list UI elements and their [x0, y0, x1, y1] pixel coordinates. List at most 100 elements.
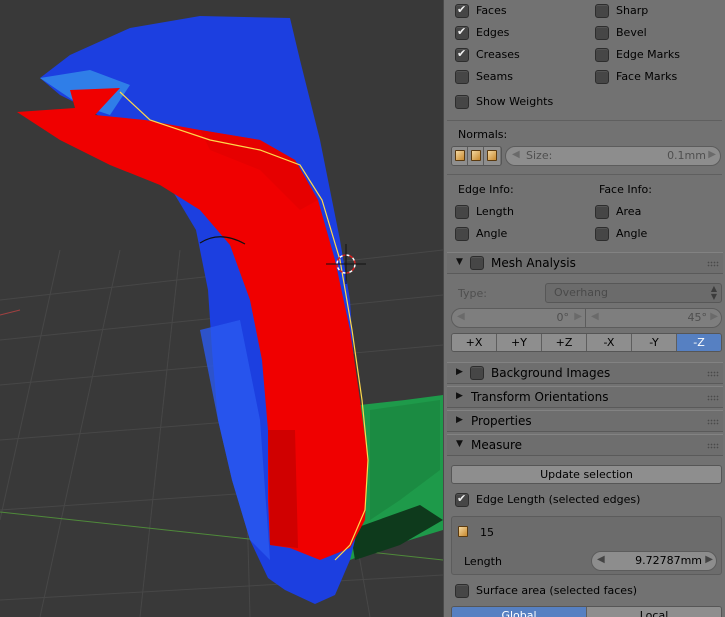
face-marks-label: Face Marks [616, 70, 678, 83]
face-area-info-label: Area [616, 205, 642, 218]
mesh-analysis-title: Mesh Analysis [491, 256, 576, 270]
collapsed-triangle-icon: ▶ [456, 391, 463, 401]
normals-size-value: 0.1mm [667, 149, 706, 162]
drag-grip-icon[interactable] [707, 261, 719, 267]
edge-length-result-box: 15 Length ◀ 9.72787mm ▶ [451, 516, 722, 575]
edge-marks-checkbox[interactable] [595, 48, 609, 62]
mesh-analysis-checkbox[interactable] [470, 256, 484, 270]
background-images-checkbox[interactable] [470, 366, 484, 380]
measure-panel-header[interactable]: ▼ Measure [447, 434, 723, 456]
show-weights-label: Show Weights [476, 95, 554, 108]
length-label: Length [464, 555, 502, 568]
chevron-left-icon: ◀ [591, 311, 599, 322]
mesh-analysis-max-value: 45° [687, 311, 708, 324]
face-normal-icon[interactable] [484, 147, 500, 165]
face-angle-info-checkbox[interactable] [595, 227, 609, 241]
length-value-field[interactable]: ◀ 9.72787mm ▶ [591, 551, 717, 571]
show-weights-checkbox[interactable] [455, 95, 469, 109]
mesh-analysis-type-dropdown[interactable]: Overhang ▲ ▼ [545, 283, 722, 303]
viewport-scene [0, 16, 443, 617]
chevron-left-icon: ◀ [512, 149, 520, 160]
chevron-right-icon: ▶ [574, 311, 582, 322]
edge-angle-info-checkbox[interactable] [455, 227, 469, 241]
creases-label: Creases [476, 48, 520, 61]
updown-arrow-icon: ▲ ▼ [710, 284, 717, 301]
expanded-triangle-icon: ▼ [456, 439, 463, 449]
properties-title: Properties [471, 414, 532, 428]
sharp-label: Sharp [616, 4, 649, 17]
surface-area-label: Surface area (selected faces) [476, 584, 638, 597]
drag-grip-icon[interactable] [707, 395, 719, 401]
seams-label: Seams [476, 70, 513, 83]
chevron-right-icon: ▶ [705, 554, 713, 565]
global-tab[interactable]: Global [452, 607, 587, 617]
properties-panel: Faces Sharp Edges Bevel Creases Edge Mar… [443, 0, 725, 617]
bevel-checkbox[interactable] [595, 26, 609, 40]
properties-panel-header[interactable]: ▶ Properties [447, 410, 723, 432]
edge-length-label: Edge Length (selected edges) [476, 493, 641, 506]
background-images-panel-header[interactable]: ▶ Background Images [447, 362, 723, 384]
mesh-analysis-max-field[interactable]: ◀ 45° ▶ [587, 309, 721, 327]
axis-plus-y-button[interactable]: +Y [497, 334, 542, 351]
drag-grip-icon[interactable] [707, 371, 719, 377]
chevron-left-icon: ◀ [597, 554, 605, 565]
edges-label: Edges [476, 26, 510, 39]
3d-viewport[interactable] [0, 0, 443, 617]
local-tab[interactable]: Local [587, 607, 721, 617]
face-marks-checkbox[interactable] [595, 70, 609, 84]
surface-area-checkbox[interactable] [455, 584, 469, 598]
background-images-title: Background Images [491, 366, 611, 380]
overhang-axis-selector: +X +Y +Z -X -Y -Z [451, 333, 722, 352]
edge-info-label: Edge Info: [458, 183, 514, 196]
collapsed-triangle-icon: ▶ [456, 415, 463, 425]
loop-normal-icon[interactable] [468, 147, 484, 165]
normals-label: Normals: [458, 128, 508, 141]
axis-plus-z-button[interactable]: +Z [542, 334, 587, 351]
drag-grip-icon[interactable] [707, 443, 719, 449]
edge-marks-label: Edge Marks [616, 48, 681, 61]
edge-length-info-checkbox[interactable] [455, 205, 469, 219]
chevron-left-icon: ◀ [457, 311, 465, 322]
mesh-analysis-type-label: Type: [458, 287, 487, 300]
normals-display-toggles [451, 146, 502, 166]
divider [447, 174, 722, 175]
update-selection-button[interactable]: Update selection [451, 465, 722, 484]
faces-checkbox[interactable] [455, 3, 469, 18]
face-angle-info-label: Angle [616, 227, 648, 240]
expanded-triangle-icon: ▼ [456, 257, 463, 267]
length-value: 9.72787mm [635, 554, 702, 567]
edge-count-icon [458, 526, 468, 537]
x-axis-line [0, 309, 21, 316]
edges-checkbox[interactable] [455, 25, 469, 40]
faces-label: Faces [476, 4, 507, 17]
axis-minus-z-button[interactable]: -Z [677, 334, 721, 351]
measure-space-tabs: Global Local [451, 606, 722, 617]
face-info-label: Face Info: [599, 183, 652, 196]
axis-plus-x-button[interactable]: +X [452, 334, 497, 351]
drag-grip-icon[interactable] [707, 419, 719, 425]
chevron-right-icon: ▶ [710, 311, 718, 322]
measure-title: Measure [471, 438, 522, 452]
edge-length-info-label: Length [476, 205, 514, 218]
chevron-right-icon: ▶ [708, 149, 716, 160]
creases-checkbox[interactable] [455, 47, 469, 62]
divider [447, 120, 722, 121]
transform-orientations-title: Transform Orientations [471, 390, 609, 404]
axis-minus-y-button[interactable]: -Y [632, 334, 677, 351]
mesh-analysis-min-value: 0° [556, 311, 570, 324]
vertex-normal-icon[interactable] [452, 147, 468, 165]
mesh-analysis-type-value: Overhang [554, 286, 608, 299]
edge-angle-info-label: Angle [476, 227, 508, 240]
edge-count-value: 15 [480, 526, 494, 539]
seams-checkbox[interactable] [455, 70, 469, 84]
normals-size-field[interactable]: ◀ Size: 0.1mm ▶ [505, 146, 721, 166]
edge-length-checkbox[interactable] [455, 492, 469, 507]
mesh-analysis-panel-header[interactable]: ▼ Mesh Analysis [447, 252, 723, 274]
mesh-analysis-range: ◀ 0° ▶ ◀ 45° ▶ [451, 308, 722, 328]
sharp-checkbox[interactable] [595, 4, 609, 18]
mesh-analysis-min-field[interactable]: ◀ 0° ▶ [452, 309, 586, 327]
transform-orientations-panel-header[interactable]: ▶ Transform Orientations [447, 386, 723, 408]
face-area-info-checkbox[interactable] [595, 205, 609, 219]
bevel-label: Bevel [616, 26, 647, 39]
axis-minus-x-button[interactable]: -X [587, 334, 632, 351]
